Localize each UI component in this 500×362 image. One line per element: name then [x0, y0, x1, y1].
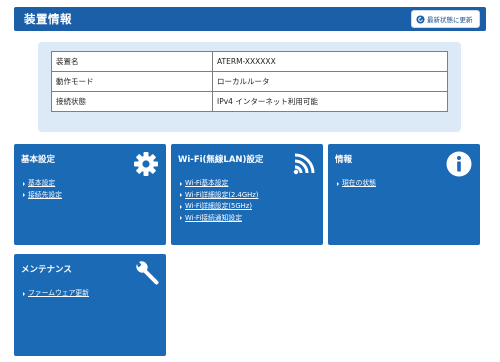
refresh-icon [416, 14, 425, 24]
device-name-value: ATERM-XXXXXX [212, 51, 448, 72]
device-info-table: 装置名 ATERM-XXXXXX 動作モード ローカルルータ 接続状態 IPv4… [51, 51, 448, 112]
bullet-icon [337, 181, 339, 186]
bullet-icon [180, 193, 182, 198]
link-wifi-detail-5ghz[interactable]: Wi-Fi詳細設定(5GHz) [185, 201, 252, 213]
connection-status-value: IPv4 インターネット利用可能 [212, 91, 448, 112]
list-item: Wi-Fi接続通知設定 [180, 213, 258, 225]
maintenance-card: メンテナンス ファームウェア更新 [14, 254, 166, 356]
basic-settings-card: 基本設定 基本設定 接続先設定 [14, 144, 166, 245]
info-card: 情報 現在の状態 [328, 144, 480, 245]
list-item: Wi-Fi詳細設定(2.4GHz) [180, 190, 258, 202]
gear-icon [134, 152, 158, 176]
list-item: 接続先設定 [23, 190, 62, 202]
table-row: 接続状態 IPv4 インターネット利用可能 [51, 91, 448, 112]
table-row: 動作モード ローカルルータ [51, 71, 448, 92]
wifi-settings-card: Wi-Fi(無線LAN)設定 Wi-Fi基本設定 Wi-Fi詳細設定(2.4GH… [171, 144, 323, 245]
list-item: Wi-Fi詳細設定(5GHz) [180, 201, 258, 213]
info-links: 現在の状態 [337, 178, 376, 190]
link-wifi-notification[interactable]: Wi-Fi接続通知設定 [185, 213, 242, 225]
link-connection-settings[interactable]: 接続先設定 [28, 190, 62, 202]
bullet-icon [23, 193, 25, 198]
device-info-panel: 装置名 ATERM-XXXXXX 動作モード ローカルルータ 接続状態 IPv4… [38, 42, 461, 132]
page-header: 装置情報 最新状態に更新 [14, 7, 486, 31]
list-item: 現在の状態 [337, 178, 376, 190]
bullet-icon [23, 291, 25, 296]
basic-settings-links: 基本設定 接続先設定 [23, 178, 62, 201]
device-name-label: 装置名 [51, 51, 213, 72]
card-title: 情報 [335, 155, 353, 165]
bullet-icon [180, 204, 182, 209]
page-title: 装置情報 [24, 12, 72, 26]
card-title: Wi-Fi(無線LAN)設定 [178, 155, 264, 165]
list-item: ファームウェア更新 [23, 288, 89, 300]
maintenance-links: ファームウェア更新 [23, 288, 89, 300]
bullet-icon [180, 216, 182, 221]
link-basic-settings[interactable]: 基本設定 [28, 178, 55, 190]
bullet-icon [180, 181, 182, 186]
link-firmware-update[interactable]: ファームウェア更新 [28, 288, 89, 300]
wrench-icon [136, 261, 159, 285]
bullet-icon [23, 181, 25, 186]
link-wifi-basic[interactable]: Wi-Fi基本設定 [185, 178, 228, 190]
list-item: 基本設定 [23, 178, 62, 190]
operation-mode-value: ローカルルータ [212, 71, 448, 92]
link-wifi-detail-24ghz[interactable]: Wi-Fi詳細設定(2.4GHz) [185, 190, 258, 202]
card-title: 基本設定 [21, 155, 56, 165]
card-title: メンテナンス [21, 265, 72, 275]
table-row: 装置名 ATERM-XXXXXX [51, 51, 448, 72]
refresh-button-label: 最新状態に更新 [427, 16, 473, 24]
connection-status-label: 接続状態 [51, 91, 213, 112]
list-item: Wi-Fi基本設定 [180, 178, 258, 190]
wifi-icon [293, 153, 315, 175]
link-current-status[interactable]: 現在の状態 [342, 178, 376, 190]
operation-mode-label: 動作モード [51, 71, 213, 92]
refresh-button[interactable]: 最新状態に更新 [411, 10, 480, 28]
wifi-settings-links: Wi-Fi基本設定 Wi-Fi詳細設定(2.4GHz) Wi-Fi詳細設定(5G… [180, 178, 258, 224]
info-icon [446, 151, 472, 177]
